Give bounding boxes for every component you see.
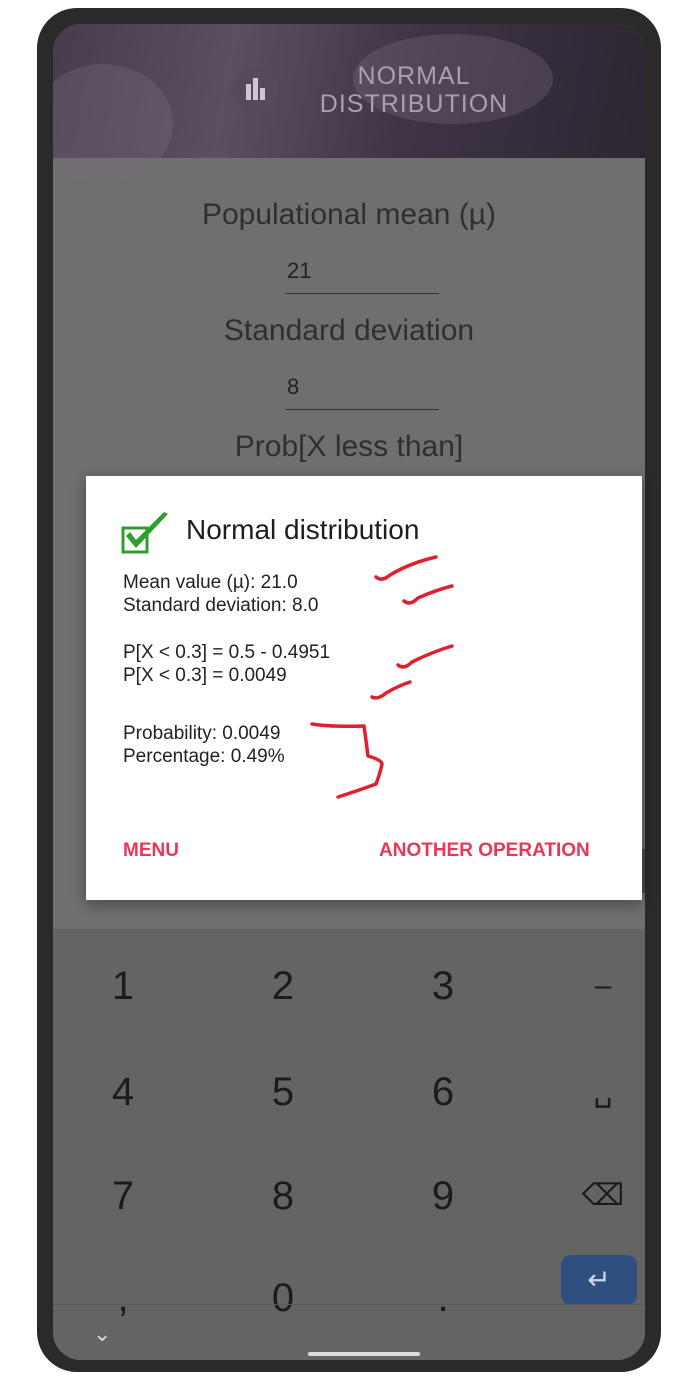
key-4[interactable]: 4	[73, 1057, 173, 1127]
result-dialog: Normal distribution Mean value (µ): 21.0…	[86, 476, 642, 900]
probability-value: Probability: 0.0049	[123, 723, 281, 744]
dialog-title: Normal distribution	[186, 514, 420, 545]
sd-input[interactable]: 8	[285, 370, 439, 410]
sd-label: Standard deviation	[223, 314, 475, 347]
menu-button[interactable]: MENU	[123, 840, 179, 862]
title-line-1: NORMAL	[357, 62, 471, 90]
another-operation-button[interactable]: ANOTHER OPERATION	[379, 840, 590, 862]
key-7[interactable]: 7	[73, 1161, 173, 1231]
keyboard-divider	[53, 1304, 645, 1305]
app-title: NORMAL DISTRIBUTION	[299, 62, 529, 118]
key-space[interactable]: ␣	[553, 1057, 645, 1127]
chevron-down-icon[interactable]: ⌄	[93, 1321, 111, 1347]
percentage-value: Percentage: 0.49%	[123, 746, 285, 767]
key-9[interactable]: 9	[393, 1161, 493, 1231]
key-0[interactable]: 0	[233, 1263, 333, 1333]
key-minus[interactable]: –	[553, 951, 645, 1021]
key-period[interactable]: .	[393, 1263, 493, 1333]
key-5[interactable]: 5	[233, 1057, 333, 1127]
title-line-2: DISTRIBUTION	[319, 90, 509, 118]
sd-result: Standard deviation: 8.0	[123, 595, 319, 616]
key-8[interactable]: 8	[233, 1161, 333, 1231]
key-3[interactable]: 3	[393, 951, 493, 1021]
prob-label: Prob[X less than]	[234, 430, 464, 463]
numeric-keyboard: 1 2 3 – 4 5 6 ␣ 7 8 9 ⌫ , 0 . ↵ ⌄	[53, 929, 645, 1360]
probability-formula: P[X < 0.3] = 0.5 - 0.4951	[123, 642, 331, 663]
key-2[interactable]: 2	[233, 951, 333, 1021]
enter-key[interactable]: ↵	[561, 1255, 637, 1305]
key-6[interactable]: 6	[393, 1057, 493, 1127]
app-header: NORMAL DISTRIBUTION	[53, 24, 645, 184]
key-1[interactable]: 1	[73, 951, 173, 1021]
bar-chart-icon	[233, 68, 279, 114]
key-comma[interactable]: ,	[73, 1263, 173, 1333]
mean-label: Populational mean (µ)	[201, 198, 497, 231]
mean-result: Mean value (µ): 21.0	[123, 572, 298, 593]
check-icon	[121, 512, 168, 554]
mean-input[interactable]: 21	[285, 254, 439, 294]
home-indicator[interactable]	[308, 1352, 420, 1356]
probability-result: P[X < 0.3] = 0.0049	[123, 665, 287, 686]
backspace-key[interactable]: ⌫	[553, 1161, 645, 1231]
